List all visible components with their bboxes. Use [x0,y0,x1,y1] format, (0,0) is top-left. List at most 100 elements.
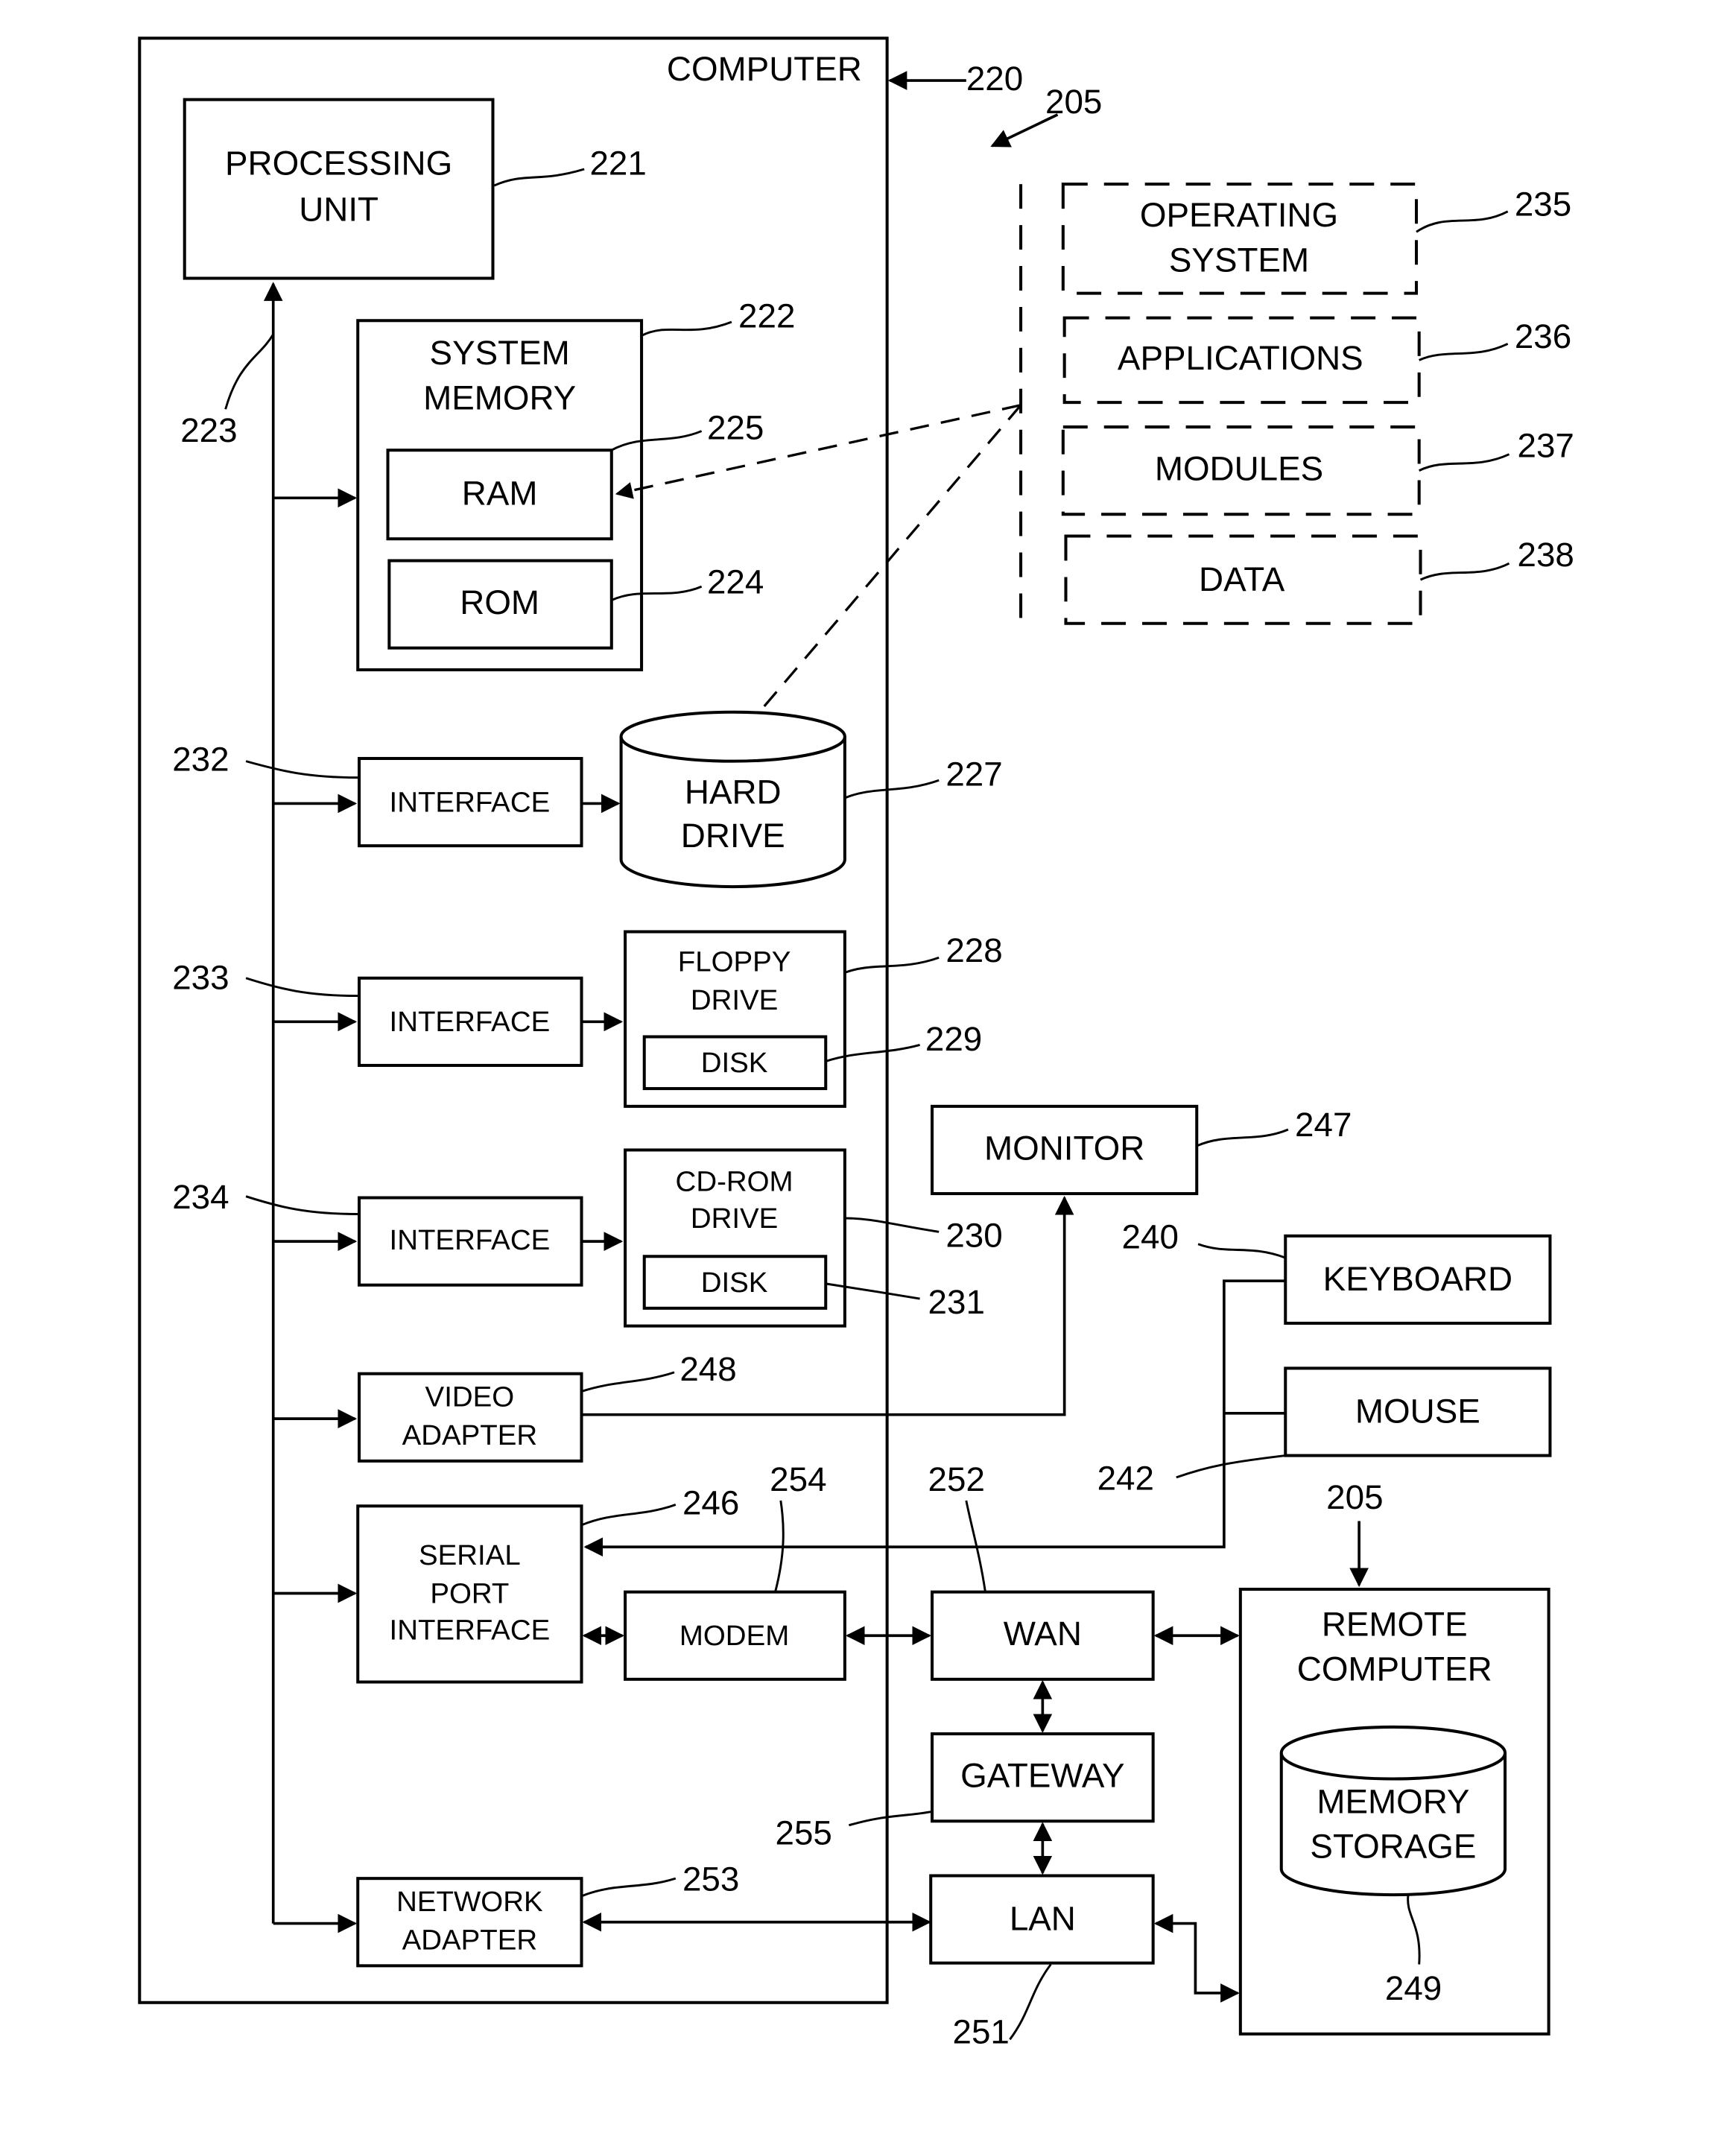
ref-leader [1419,453,1510,472]
lan-ref: 251 [953,2013,1010,2051]
svg-text:INTERFACE: INTERFACE [390,786,551,818]
svg-text:ADAPTER: ADAPTER [402,1924,538,1956]
gateway-ref: 255 [775,1814,831,1852]
svg-text:MEMORY: MEMORY [1317,1782,1469,1820]
svg-text:SYSTEM: SYSTEM [430,334,570,372]
cd-disk-ref: 231 [928,1283,985,1321]
svg-text:INTERFACE: INTERFACE [390,1224,551,1256]
floppy-drive: FLOPPY DRIVE DISK [624,930,846,1108]
memory-storage: MEMORY STORAGE [1279,1725,1507,1897]
ref-leader [1197,1243,1286,1259]
svg-text:APPLICATIONS: APPLICATIONS [1118,339,1363,377]
svg-text:INTERFACE: INTERFACE [390,1615,551,1647]
rom-ref: 224 [707,563,764,601]
ram: RAM [386,449,613,541]
modules-ref: 237 [1518,426,1574,464]
operating-system-ref: 235 [1515,185,1571,223]
svg-text:GATEWAY: GATEWAY [960,1756,1124,1794]
svg-text:NETWORK: NETWORK [396,1886,543,1918]
svg-text:REMOTE: REMOTE [1322,1605,1468,1643]
svg-text:DRIVE: DRIVE [691,984,778,1016]
network-adapter: NETWORK ADAPTER [356,1877,583,1968]
floppy-disk-ref: 229 [925,1020,982,1058]
memory-storage-ref: 249 [1385,1969,1442,2007]
ref-leader [1176,1454,1286,1479]
computer-system-diagram: COMPUTER 220 205 PROCESSING UNIT 221 223… [138,37,1574,2051]
wan: WAN [931,1590,1155,1681]
rom: ROM [387,559,613,650]
svg-text:OPERATING: OPERATING [1140,196,1338,234]
hard-drive: HARD DRIVE [619,710,846,889]
applications-ref: 236 [1515,317,1571,355]
svg-text:UNIT: UNIT [299,191,378,229]
interface-cd-ref: 234 [172,1178,229,1216]
svg-text:CD-ROM: CD-ROM [676,1165,793,1197]
wan-ref: 252 [928,1460,985,1498]
svg-text:MODULES: MODULES [1155,449,1323,487]
svg-text:MODEM: MODEM [679,1620,789,1652]
network-adapter-ref: 253 [682,1860,739,1898]
keyboard: KEYBOARD [1284,1234,1552,1325]
keyboard-ref: 240 [1122,1217,1179,1255]
data-store: DATA [1064,534,1422,625]
monitor-ref: 247 [1295,1106,1352,1144]
svg-text:LAN: LAN [1010,1900,1076,1938]
monitor: MONITOR [931,1104,1199,1196]
gateway: GATEWAY [931,1732,1155,1823]
svg-text:DATA: DATA [1199,560,1285,598]
svg-text:VIDEO: VIDEO [425,1381,515,1413]
svg-text:RAM: RAM [462,474,538,512]
svg-text:COMPUTER: COMPUTER [1297,1650,1492,1688]
svg-text:SYSTEM: SYSTEM [1169,241,1309,279]
computer-label: COMPUTER [667,50,862,88]
ref-leader [1009,1963,1052,2041]
floppy-drive-ref: 228 [945,931,1002,969]
svg-text:DRIVE: DRIVE [681,817,785,855]
system-memory-ref: 222 [738,297,795,335]
svg-text:ROM: ROM [460,583,539,621]
ram-ref: 225 [707,409,764,447]
remote-computer-ref: 205 [1326,1478,1383,1516]
modules: MODULES [1061,425,1421,516]
cdrom-drive: CD-ROM DRIVE DISK [624,1148,846,1328]
svg-text:MONITOR: MONITOR [984,1129,1144,1167]
svg-text:PROCESSING: PROCESSING [225,144,452,182]
processing-unit-ref: 221 [589,144,646,182]
svg-text:PORT: PORT [430,1577,509,1609]
interface-fd-ref: 233 [172,958,229,996]
ref-leader [1419,343,1509,361]
svg-text:DISK: DISK [701,1047,768,1079]
operating-system: OPERATING SYSTEM [1061,183,1419,295]
svg-text:SERIAL: SERIAL [419,1539,521,1571]
svg-text:MOUSE: MOUSE [1355,1393,1480,1431]
hard-drive-ref: 227 [945,756,1002,794]
svg-text:MEMORY: MEMORY [423,378,576,416]
video-adapter: VIDEO ADAPTER [358,1372,583,1463]
mouse-ref: 242 [1097,1459,1154,1497]
cdrom-interface: INTERFACE [358,1196,583,1287]
mouse: MOUSE [1284,1366,1552,1457]
hard-drive-interface: INTERFACE [358,756,583,848]
lan-remote-link [1153,1913,1240,2003]
svg-text:WAN: WAN [1004,1615,1082,1653]
computer-ref: 220 [966,60,1023,98]
ref-leader [1196,1128,1289,1147]
svg-text:DISK: DISK [701,1267,768,1299]
applications: APPLICATIONS [1062,316,1421,405]
interface-hd-ref: 232 [172,740,229,778]
svg-text:INTERFACE: INTERFACE [390,1006,551,1038]
serial-port-ref: 246 [682,1483,739,1521]
modem-ref: 254 [770,1460,826,1498]
video-adapter-ref: 248 [679,1350,736,1388]
lan: LAN [929,1874,1155,1965]
ref-leader [1419,562,1510,581]
processing-unit: PROCESSING UNIT [183,98,495,280]
floppy-interface: INTERFACE [358,976,583,1067]
data-ref: 238 [1518,536,1574,574]
serial-port-interface: SERIAL PORT INTERFACE [356,1504,583,1684]
svg-text:DRIVE: DRIVE [691,1203,778,1235]
modem: MODEM [624,1590,846,1681]
system-ref: 205 [1045,83,1102,121]
svg-text:HARD: HARD [685,773,782,811]
bus-ref: 223 [180,411,237,449]
